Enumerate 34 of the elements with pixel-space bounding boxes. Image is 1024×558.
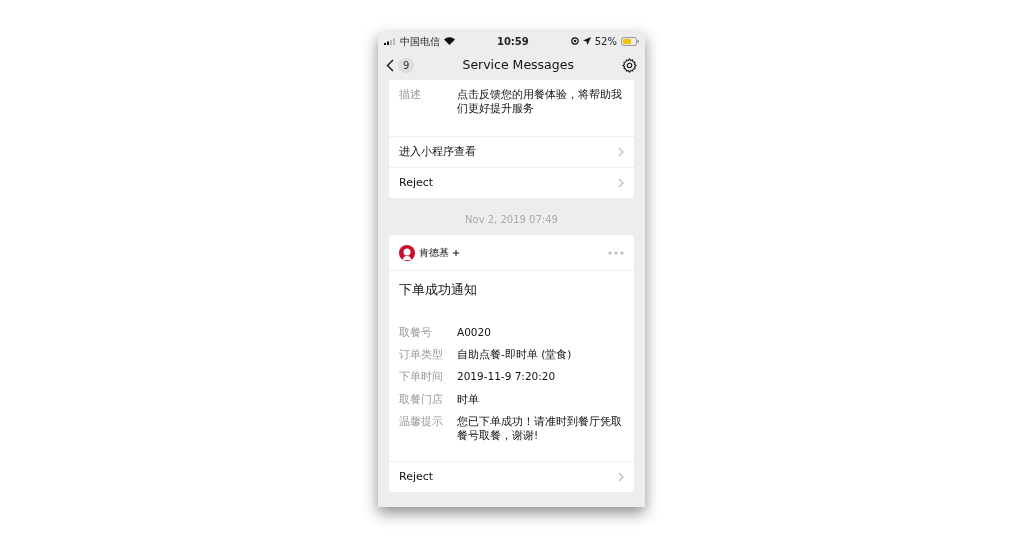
action-row[interactable]: Reject (389, 461, 634, 493)
action-row[interactable]: Reject (389, 167, 634, 199)
status-time: 10:59 (496, 34, 529, 49)
wifi-icon (444, 37, 455, 45)
field-label: 温馨提示 (399, 413, 444, 429)
battery-percent: 52% (594, 34, 617, 49)
back-icon[interactable] (386, 58, 394, 72)
field-label: 取餐门店 (399, 391, 444, 406)
field-value: 您已下单成功！请准时到餐厅凭取餐号取餐，谢谢! (457, 413, 623, 443)
field-label: 订单类型 (399, 347, 444, 362)
sender-name: 肯德基 (419, 246, 449, 261)
field-value: A0020 (457, 325, 491, 340)
chevron-right-icon (618, 472, 624, 483)
message-timestamp: Nov 2, 2019 07:49 (464, 213, 559, 228)
brand-avatar-icon (399, 244, 415, 261)
battery-icon (621, 36, 639, 46)
unread-count: 9 (398, 57, 415, 73)
plus-icon (453, 249, 459, 256)
chevron-right-icon (618, 147, 624, 158)
lock-rotation-icon (570, 37, 579, 45)
field-value: 2019-11-9 7:20:20 (457, 369, 556, 384)
page-title: Service Messages (462, 55, 574, 74)
field-value: 时单 (457, 391, 479, 406)
field-value: 点击反馈您的用餐体验，将帮助我们更好提升服务 (457, 87, 623, 116)
settings-icon[interactable] (622, 57, 637, 73)
location-arrow-icon (582, 37, 591, 45)
field-value: 自助点餐-即时单 (堂食) (457, 347, 572, 362)
chevron-right-icon (618, 178, 624, 189)
carrier-name: 中国电信 (400, 34, 440, 49)
signal-icon (384, 37, 396, 45)
field-label: 下单时间 (399, 369, 444, 384)
message-title: 下单成功通知 (398, 281, 478, 300)
field-label: 描述 (399, 87, 422, 102)
field-label: 取餐号 (399, 325, 433, 340)
